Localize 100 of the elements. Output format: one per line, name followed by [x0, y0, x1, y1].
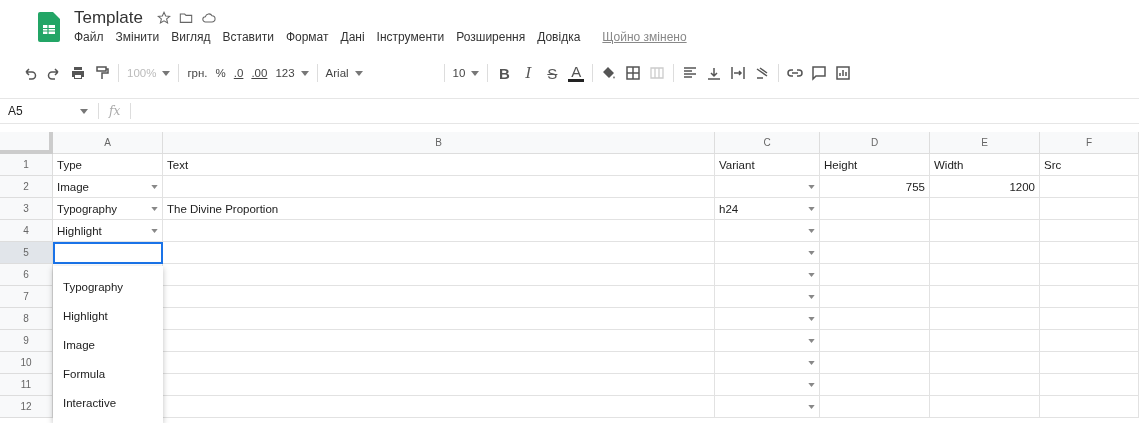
table-cell: Type [53, 154, 163, 176]
increase-decimals-button[interactable]: .00 [251, 67, 268, 79]
menu-item[interactable]: Файл [74, 30, 104, 44]
function-label: fx [109, 104, 121, 118]
row-header[interactable]: 8 [0, 308, 53, 330]
document-title[interactable]: Template [74, 8, 143, 28]
column-header[interactable]: A [53, 132, 163, 154]
dropdown-cell[interactable] [715, 308, 820, 330]
dropdown-cell[interactable] [715, 330, 820, 352]
row-header[interactable]: 4 [0, 220, 53, 242]
chart-icon[interactable] [835, 65, 852, 81]
row-header[interactable]: 2 [0, 176, 53, 198]
caret-icon [300, 71, 309, 77]
table-cell: Text [163, 154, 715, 176]
redo-icon[interactable] [46, 65, 62, 81]
row-header[interactable]: 5 [0, 242, 53, 264]
paint-format-icon[interactable] [94, 65, 110, 81]
dropdown-arrow-icon[interactable] [808, 316, 815, 321]
dropdown-cell[interactable] [715, 374, 820, 396]
dropdown-cell[interactable]: Highlight [53, 220, 163, 242]
folder-icon[interactable] [179, 11, 193, 25]
font-size-dropdown[interactable]: 10 [452, 67, 480, 79]
menu-item[interactable]: Дані [340, 30, 365, 44]
menu-item[interactable]: Розширення [456, 30, 526, 44]
row-header[interactable]: 9 [0, 330, 53, 352]
dropdown-cell[interactable]: Typography [53, 198, 163, 220]
undo-icon[interactable] [22, 65, 38, 81]
star-icon[interactable] [157, 11, 171, 25]
comment-icon[interactable] [811, 65, 828, 81]
italic-button[interactable]: I [520, 64, 537, 82]
column-header[interactable]: E [930, 132, 1040, 154]
dropdown-arrow-icon[interactable] [151, 228, 158, 233]
dropdown-cell[interactable] [715, 264, 820, 286]
dropdown-arrow-icon[interactable] [808, 338, 815, 343]
dropdown-cell[interactable] [715, 396, 820, 418]
merge-cells-icon[interactable] [649, 65, 666, 81]
column-header[interactable]: F [1040, 132, 1139, 154]
dropdown-arrow-icon[interactable] [808, 404, 815, 409]
sheets-logo-icon[interactable] [38, 12, 60, 42]
table-cell: 1200 [930, 176, 1040, 198]
menu-item[interactable]: Змінити [115, 30, 160, 44]
menu-option[interactable]: Interactive [53, 388, 163, 417]
dropdown-cell[interactable]: h24 [715, 198, 820, 220]
menu-option[interactable]: Formula [53, 359, 163, 388]
selected-cell[interactable] [53, 242, 163, 264]
menu-item[interactable]: Інструменти [376, 30, 445, 44]
fill-color-icon[interactable] [601, 65, 618, 81]
caret-icon [354, 71, 363, 77]
row-header[interactable]: 7 [0, 286, 53, 308]
column-header[interactable]: D [820, 132, 930, 154]
dropdown-arrow-icon[interactable] [808, 228, 815, 233]
dropdown-arrow-icon[interactable] [808, 382, 815, 387]
menu-option[interactable]: Typography [53, 272, 163, 301]
menu-item[interactable]: Вигляд [171, 30, 211, 44]
dropdown-arrow-icon[interactable] [808, 250, 815, 255]
dropdown-cell[interactable] [715, 242, 820, 264]
dropdown-cell[interactable]: Image [53, 176, 163, 198]
dropdown-arrow-icon[interactable] [808, 294, 815, 299]
corner-cell[interactable] [0, 132, 53, 154]
dropdown-cell[interactable] [715, 352, 820, 374]
decrease-decimals-button[interactable]: .0 [233, 67, 244, 79]
vertical-align-icon[interactable] [706, 65, 723, 81]
dropdown-arrow-icon[interactable] [808, 184, 815, 189]
text-wrap-icon[interactable] [730, 65, 747, 81]
last-edit-link[interactable]: Щойно змінено [602, 30, 687, 44]
font-dropdown[interactable]: Arial [325, 67, 436, 79]
bold-button[interactable]: B [496, 64, 513, 82]
strikethrough-button[interactable]: S [544, 64, 561, 82]
menu-option[interactable]: Image [53, 330, 163, 359]
dropdown-arrow-icon[interactable] [151, 206, 158, 211]
text-color-button[interactable]: A [568, 64, 585, 82]
row-header[interactable]: 11 [0, 374, 53, 396]
align-left-icon[interactable] [682, 65, 699, 81]
dropdown-cell[interactable] [715, 176, 820, 198]
currency-button[interactable]: грн. [187, 67, 208, 79]
row-header[interactable]: 10 [0, 352, 53, 374]
caret-icon [162, 71, 171, 77]
dropdown-arrow-icon[interactable] [808, 272, 815, 277]
borders-icon[interactable] [625, 65, 642, 81]
dropdown-cell[interactable] [715, 286, 820, 308]
menu-option[interactable]: Highlight [53, 301, 163, 330]
dropdown-arrow-icon[interactable] [808, 360, 815, 365]
row-header[interactable]: 12 [0, 396, 53, 418]
dropdown-arrow-icon[interactable] [808, 206, 815, 211]
row-header[interactable]: 3 [0, 198, 53, 220]
column-header[interactable]: C [715, 132, 820, 154]
percent-button[interactable]: % [215, 67, 226, 79]
dropdown-cell[interactable] [715, 220, 820, 242]
menu-item[interactable]: Довідка [537, 30, 581, 44]
column-header[interactable]: B [163, 132, 715, 154]
table-cell: The Divine Proportion [163, 198, 715, 220]
dropdown-arrow-icon[interactable] [151, 184, 158, 189]
number-format-dropdown[interactable]: 123 [275, 67, 309, 79]
menu-item[interactable]: Формат [285, 30, 329, 44]
print-icon[interactable] [70, 65, 86, 81]
row-header[interactable]: 1 [0, 154, 53, 176]
cloud-icon[interactable] [201, 11, 216, 25]
row-header[interactable]: 6 [0, 264, 53, 286]
menu-item[interactable]: Вставити [222, 30, 274, 44]
name-box[interactable]: A5 [0, 104, 88, 118]
